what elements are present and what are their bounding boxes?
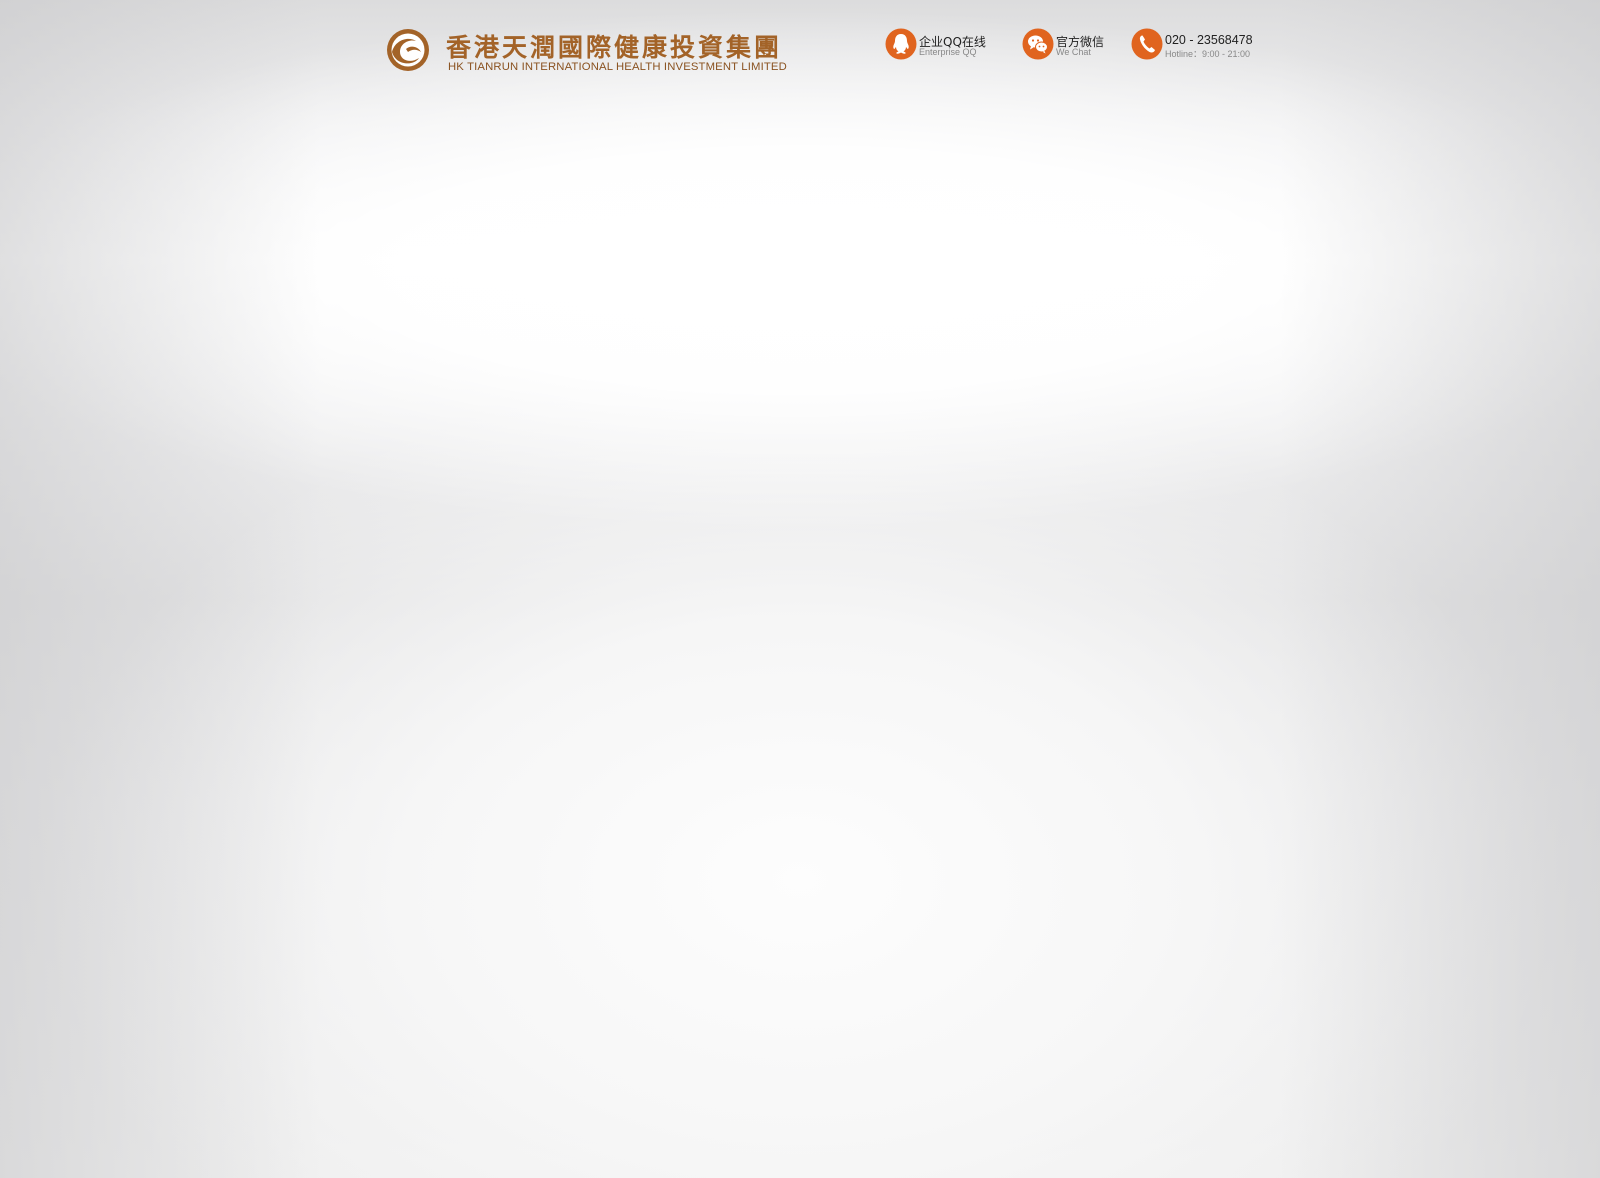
qq-sublabel: Enterprise QQ [919,47,977,57]
qq-penguin-icon [885,28,917,60]
wechat-sublabel: We Chat [1056,47,1091,57]
hotline-link[interactable]: 020 - 23568478 Hotline：9:00 - 21:00 [1131,28,1261,62]
wechat-icon [1022,28,1054,60]
phone-icon [1131,28,1163,60]
enterprise-qq-link[interactable]: 企业QQ在线 Enterprise QQ [885,28,995,62]
logo-emblem-icon [387,29,429,71]
hotline-number: 020 - 23568478 [1165,33,1253,47]
company-name-english: HK TIANRUN INTERNATIONAL HEALTH INVESTME… [448,61,787,73]
company-name-chinese: 香港天潤國際健康投資集團 [446,33,783,62]
hotline-hours: Hotline：9:00 - 21:00 [1165,49,1251,59]
wechat-link[interactable]: 官方微信 We Chat [1022,28,1112,62]
site-header: 香港天潤國際健康投資集團 HK TIANRUN INTERNATIONAL HE… [0,0,1600,100]
company-logo[interactable]: 香港天潤國際健康投資集團 HK TIANRUN INTERNATIONAL HE… [386,26,816,76]
